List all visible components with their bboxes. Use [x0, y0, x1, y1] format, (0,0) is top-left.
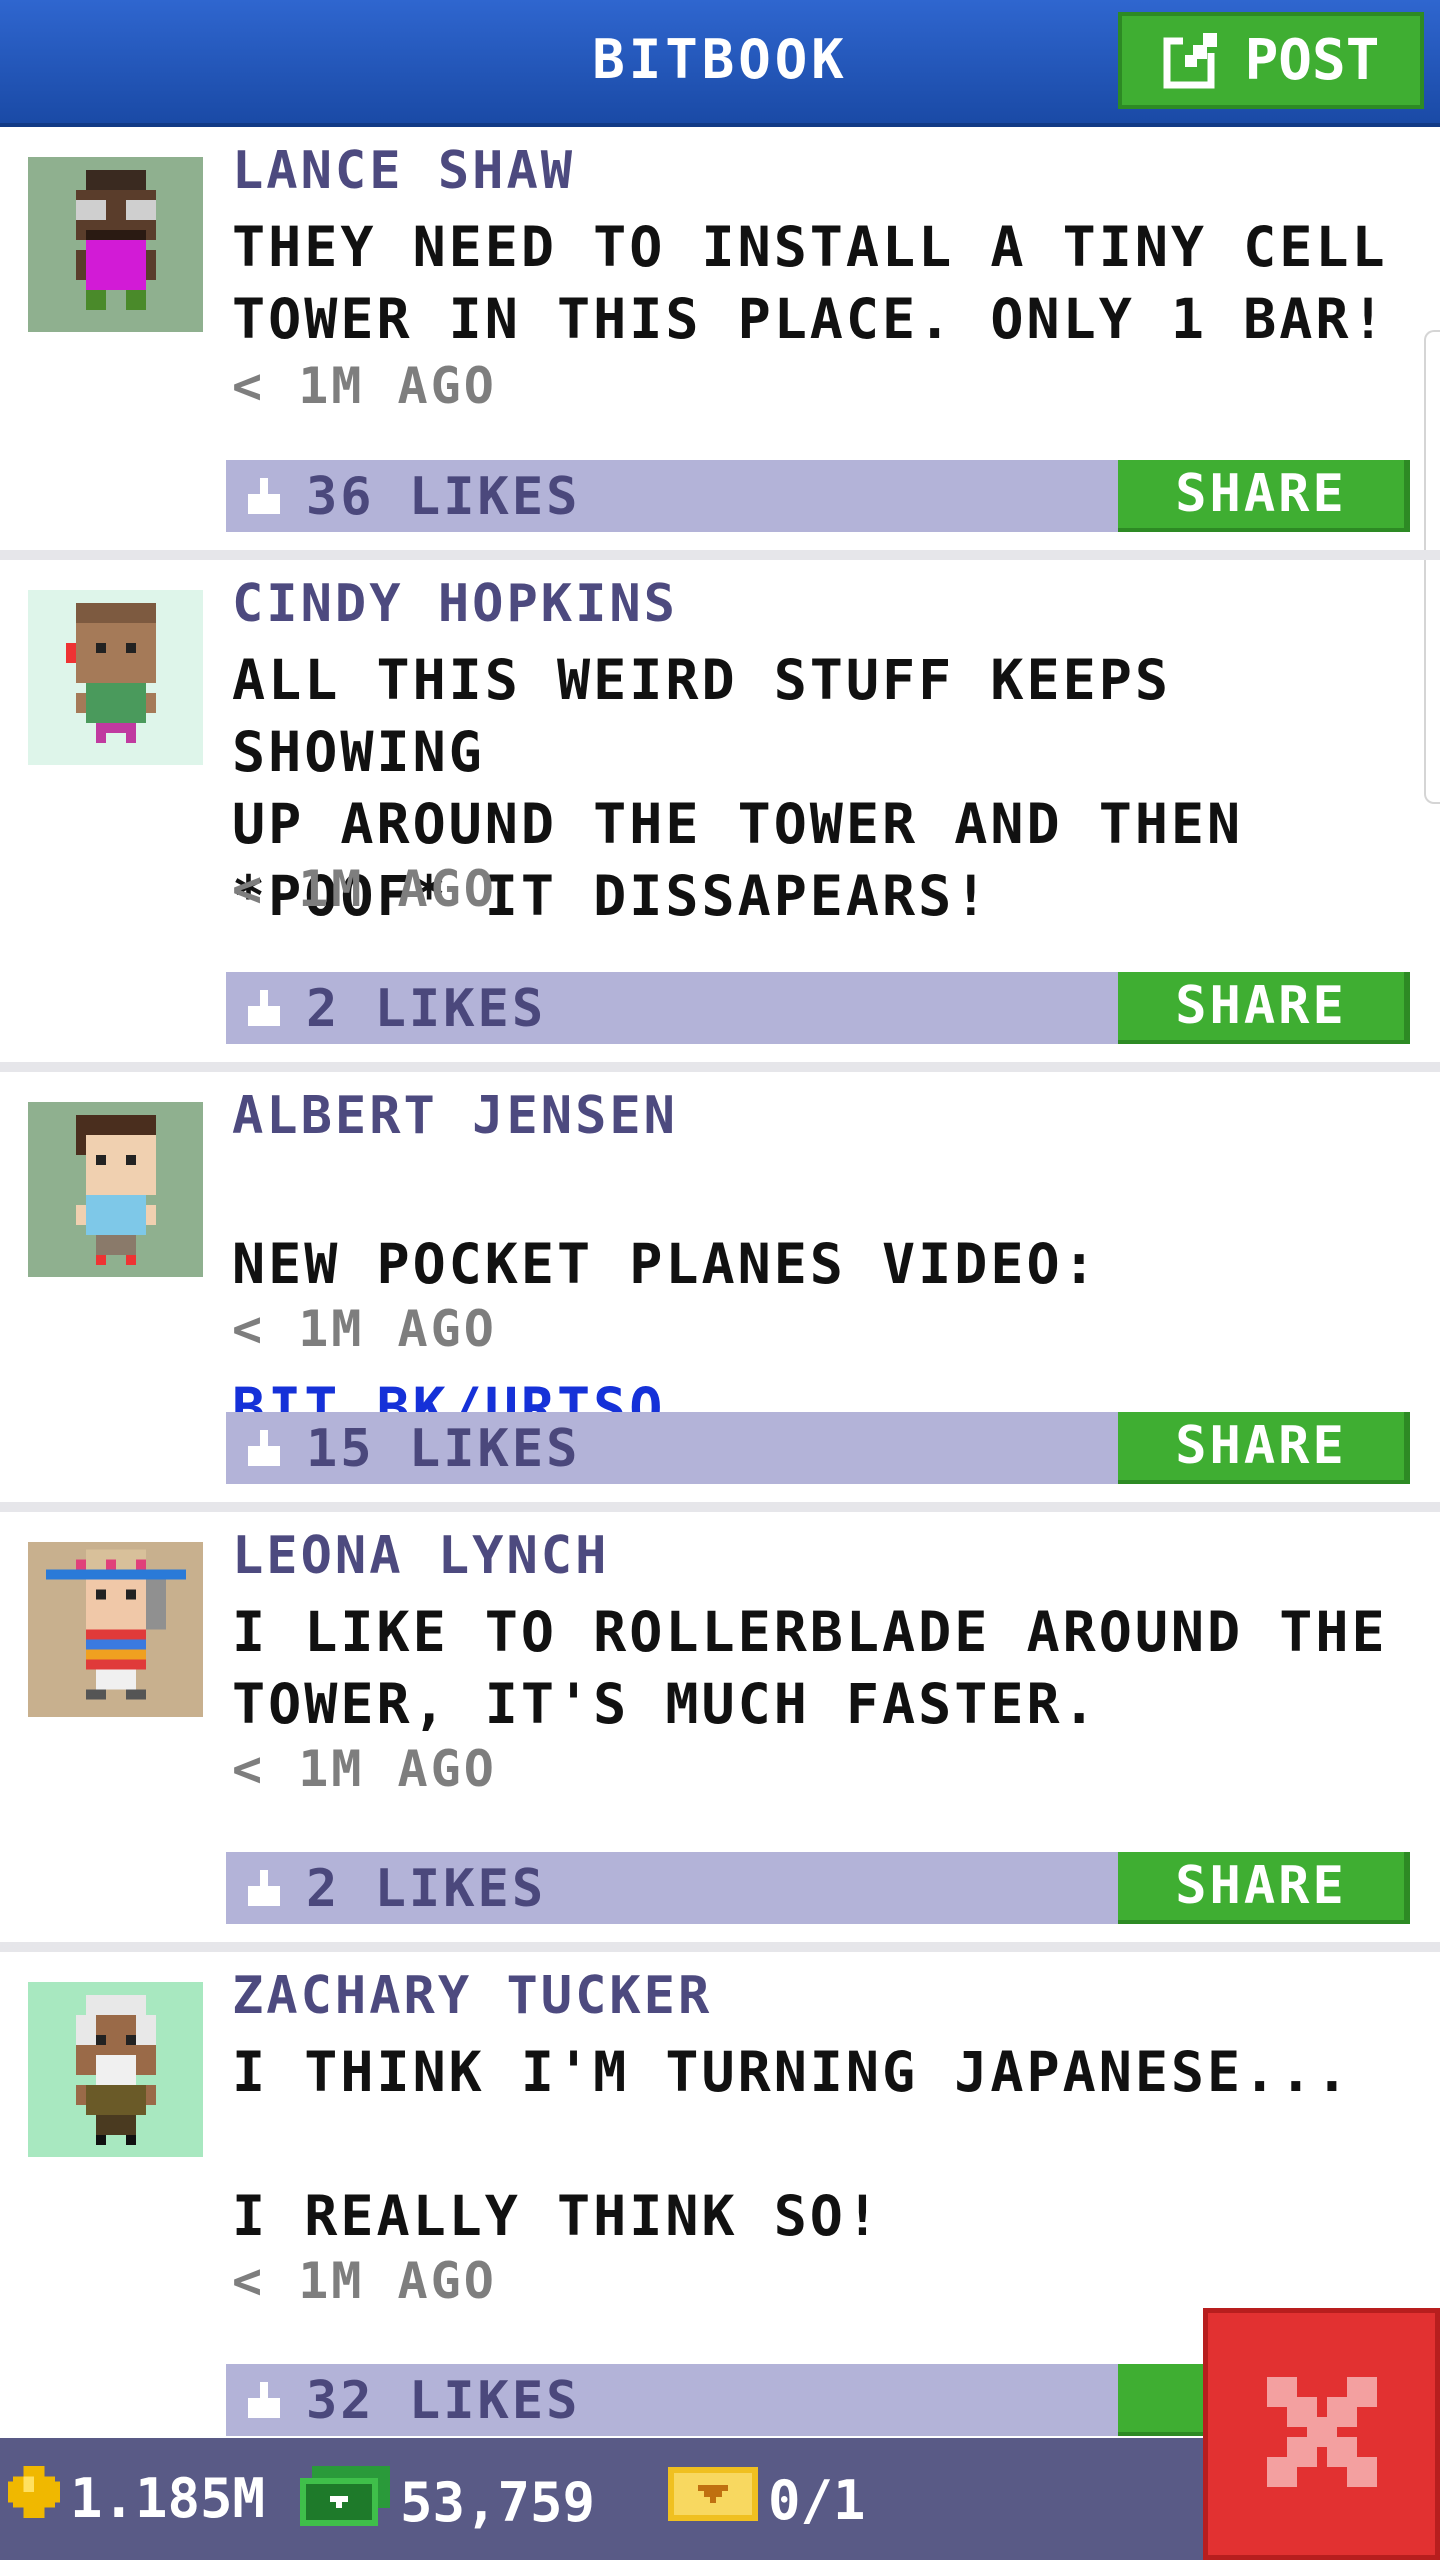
app-header: BITBOOK POST [0, 0, 1440, 127]
post-text: I LIKE TO ROLLERBLADE AROUND THE TOWER, … [232, 1600, 1388, 1736]
coins-stat: 1.185M [8, 2466, 265, 2531]
likes-bar: 15 LIKES SHARE [226, 1412, 1410, 1484]
post-text: THEY NEED TO INSTALL A TINY CELL TOWER I… [232, 215, 1388, 351]
post-author[interactable]: LEONA LYNCH [232, 1526, 609, 1586]
likes-bar: 2 LIKES SHARE [226, 1852, 1410, 1924]
compose-icon [1163, 31, 1223, 91]
post-item: LEONA LYNCH I LIKE TO ROLLERBLADE AROUND… [0, 1512, 1440, 1952]
thumbs-up-icon[interactable] [244, 990, 284, 1034]
post-item: ALBERT JENSEN NEW POCKET PLANES VIDEO: B… [0, 1072, 1440, 1512]
coins-value: 1.185M [70, 2467, 266, 2530]
thumbs-up-icon[interactable] [244, 478, 284, 522]
likes-count: 15 LIKES [306, 1419, 581, 1479]
bux-stat: 53,759 [300, 2466, 595, 2539]
post-item: LANCE SHAW THEY NEED TO INSTALL A TINY C… [0, 127, 1440, 560]
thumbs-up-icon[interactable] [244, 2382, 284, 2426]
thumbs-up-icon[interactable] [244, 1430, 284, 1474]
likes-count: 36 LIKES [306, 467, 581, 527]
post-button-label: POST [1244, 28, 1380, 93]
likes-bar: 2 LIKES SHARE [226, 972, 1410, 1044]
post-time: < 1M AGO [232, 2252, 497, 2310]
avatar [28, 590, 203, 765]
likes-bar: 36 LIKES SHARE [226, 460, 1410, 532]
share-button[interactable]: SHARE [1118, 972, 1410, 1044]
share-button[interactable]: SHARE [1118, 1852, 1410, 1924]
ticket-icon [668, 2466, 758, 2535]
post-button[interactable]: POST [1118, 12, 1424, 109]
likes-count: 2 LIKES [306, 1859, 547, 1919]
post-author[interactable]: LANCE SHAW [232, 141, 575, 201]
post-author[interactable]: CINDY HOPKINS [232, 574, 678, 634]
post-time: < 1M AGO [232, 357, 497, 415]
tickets-value: 0/1 [768, 2469, 866, 2532]
post-item: CINDY HOPKINS ALL THIS WEIRD STUFF KEEPS… [0, 560, 1440, 1072]
likes-count: 32 LIKES [306, 2371, 581, 2431]
post-time: < 1M AGO [232, 860, 497, 918]
feed: LANCE SHAW THEY NEED TO INSTALL A TINY C… [0, 127, 1440, 2472]
bux-value: 53,759 [400, 2471, 596, 2534]
likes-count: 2 LIKES [306, 979, 547, 1039]
tickets-stat: 0/1 [668, 2466, 866, 2535]
close-button[interactable] [1203, 2308, 1440, 2560]
share-button[interactable]: SHARE [1118, 460, 1410, 532]
avatar [28, 1102, 203, 1277]
avatar [28, 1982, 203, 2157]
post-text: I THINK I'M TURNING JAPANESE... I REALLY… [232, 2040, 1352, 2248]
close-icon [1266, 2377, 1377, 2491]
coin-icon [8, 2466, 60, 2531]
bux-icon [300, 2466, 390, 2539]
post-time: < 1M AGO [232, 1300, 497, 1358]
avatar [28, 1542, 203, 1717]
post-author[interactable]: ALBERT JENSEN [232, 1086, 678, 1146]
post-author[interactable]: ZACHARY TUCKER [232, 1966, 712, 2026]
share-button[interactable]: SHARE [1118, 1412, 1410, 1484]
avatar [28, 157, 203, 332]
thumbs-up-icon[interactable] [244, 1870, 284, 1914]
post-text-body: NEW POCKET PLANES VIDEO: [232, 1232, 1099, 1296]
post-time: < 1M AGO [232, 1740, 497, 1798]
